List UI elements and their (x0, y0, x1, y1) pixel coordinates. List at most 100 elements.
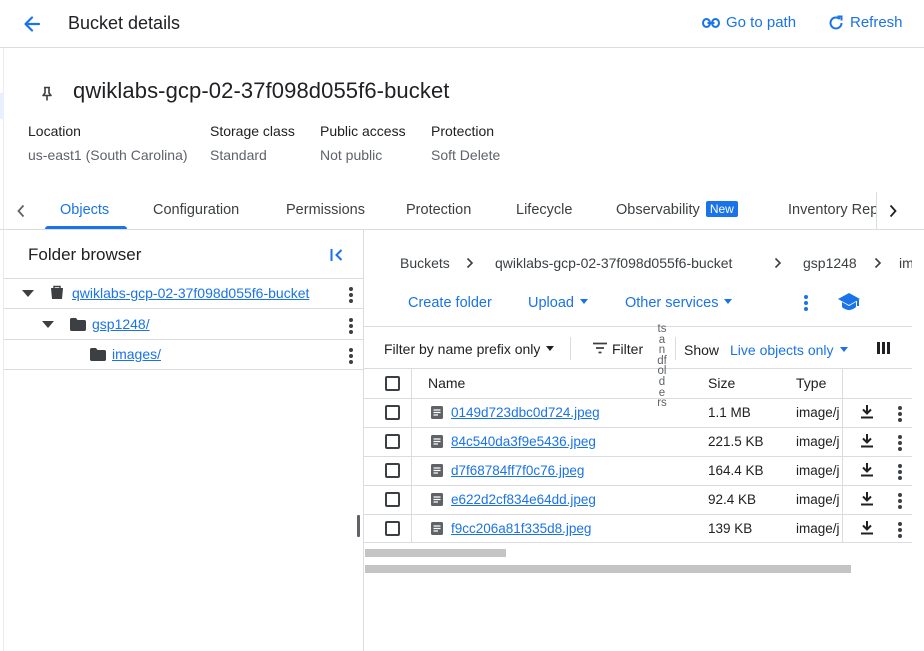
object-type: image/j (796, 463, 840, 478)
more-vert-icon[interactable] (349, 348, 353, 366)
select-all-checkbox[interactable] (385, 376, 400, 391)
horizontal-scrollbar-inner[interactable] (365, 549, 506, 557)
page-title: Bucket details (68, 13, 181, 33)
tree-folder-label[interactable]: gsp1248/ (92, 316, 150, 332)
panel-resize-handle[interactable] (357, 515, 360, 537)
column-header-name[interactable]: Name (428, 375, 465, 391)
tree-bucket-label[interactable]: qwiklabs-gcp-02-37f098d055f6-bucket (72, 285, 309, 301)
learn-graduation-cap-icon[interactable] (837, 292, 861, 312)
filter-by-label: Filter by name prefix only (384, 341, 541, 357)
tree-item-bucket[interactable]: qwiklabs-gcp-02-37f098d055f6-bucket (4, 279, 363, 309)
other-services-button[interactable]: Other services (625, 295, 733, 311)
filter-button[interactable]: Filter (612, 341, 643, 357)
tab-scroll-divider (876, 192, 877, 229)
new-badge: New (705, 201, 738, 217)
public-access-label: Public access (320, 123, 406, 139)
breadcrumb-folder[interactable]: gsp1248 (803, 255, 857, 271)
table-header-row: Name Size Type (364, 369, 912, 398)
bucket-name: qwiklabs-gcp-02-37f098d055f6-bucket (73, 78, 450, 103)
object-name-link[interactable]: d7f68784ff7f0c76.jpeg (451, 463, 584, 478)
row-checkbox[interactable] (385, 492, 400, 507)
tab-inventory-clip: Inventory Rep (788, 192, 876, 229)
breadcrumb-images[interactable]: im (899, 255, 912, 271)
more-vert-icon[interactable] (898, 493, 902, 511)
refresh-icon (828, 15, 844, 31)
protection-label: Protection (431, 123, 495, 139)
folder-browser-title: Folder browser (28, 245, 142, 264)
table-row: 84c540da3f9e5436.jpeg 221.5 KB image/j (364, 427, 912, 456)
breadcrumb-bucket[interactable]: qwiklabs-gcp-02-37f098d055f6-bucket (495, 255, 732, 271)
download-icon[interactable] (860, 491, 874, 506)
more-vert-icon[interactable] (898, 435, 902, 453)
download-icon[interactable] (860, 462, 874, 477)
filter-by-dropdown[interactable]: Filter by name prefix only (384, 341, 555, 357)
chevron-right-icon (774, 257, 782, 269)
storage-class-label: Storage class (210, 123, 295, 139)
storage-class-value: Standard (210, 147, 267, 163)
location-label: Location (28, 123, 81, 139)
breadcrumb-buckets[interactable]: Buckets (400, 255, 450, 271)
horizontal-scrollbar[interactable] (365, 565, 851, 573)
chevron-right-icon (874, 257, 882, 269)
object-size: 164.4 KB (708, 463, 764, 478)
link-icon (702, 17, 720, 29)
more-vert-icon[interactable] (349, 318, 353, 336)
object-size: 92.4 KB (708, 492, 757, 507)
row-checkbox[interactable] (385, 521, 400, 536)
row-checkbox[interactable] (385, 405, 400, 420)
back-arrow-icon[interactable] (22, 14, 42, 34)
refresh-button[interactable]: Refresh (828, 14, 903, 31)
vertical-column-text: tsandfolders (657, 323, 667, 410)
tree-folder-label[interactable]: images/ (112, 346, 161, 362)
column-header-type[interactable]: Type (796, 375, 826, 391)
chevron-left-icon[interactable] (15, 203, 27, 219)
download-icon[interactable] (860, 433, 874, 448)
object-type: image/j (796, 434, 840, 449)
download-icon[interactable] (860, 520, 874, 535)
other-services-label: Other services (625, 295, 719, 311)
tab-lifecycle[interactable]: Lifecycle (516, 202, 572, 218)
objects-table: Name Size Type 0149d723dbc0d724.jpeg 1.1… (364, 369, 912, 543)
object-name-link[interactable]: 84c540da3f9e5436.jpeg (451, 434, 596, 449)
show-select[interactable]: Live objects only (730, 342, 848, 358)
object-name-link[interactable]: 0149d723dbc0d724.jpeg (451, 405, 600, 420)
file-icon (431, 464, 443, 477)
more-actions-icon[interactable] (804, 295, 808, 313)
object-name-link[interactable]: f9cc206a81f335d8.jpeg (451, 521, 591, 536)
pin-icon[interactable] (40, 86, 54, 102)
tab-protection[interactable]: Protection (406, 202, 471, 218)
toolbar-divider (675, 337, 676, 360)
dropdown-caret-icon (579, 299, 588, 304)
create-folder-button[interactable]: Create folder (408, 295, 492, 311)
location-value: us-east1 (South Carolina) (28, 147, 188, 163)
chevron-right-icon[interactable] (887, 203, 899, 219)
object-name-link[interactable]: e622d2cf834e64dd.jpeg (451, 492, 596, 507)
tree-item-folder[interactable]: gsp1248/ (4, 310, 363, 340)
more-vert-icon[interactable] (898, 464, 902, 482)
tab-observability[interactable]: Observability New (616, 201, 738, 218)
tab-objects[interactable]: Objects (60, 202, 109, 218)
expand-triangle-icon[interactable] (22, 290, 34, 298)
tab-permissions[interactable]: Permissions (286, 202, 365, 218)
row-checkbox[interactable] (385, 434, 400, 449)
row-checkbox[interactable] (385, 463, 400, 478)
file-icon (431, 493, 443, 506)
file-icon (431, 435, 443, 448)
tab-inventory-reports[interactable]: Inventory Rep (788, 202, 876, 218)
dropdown-caret-icon (724, 299, 733, 304)
upload-button[interactable]: Upload (528, 295, 588, 311)
show-select-clip: Live objects only (730, 327, 854, 368)
download-icon[interactable] (860, 404, 874, 419)
collapse-panel-icon[interactable] (329, 247, 345, 263)
expand-triangle-icon[interactable] (42, 321, 54, 329)
tab-configuration[interactable]: Configuration (153, 202, 239, 218)
column-header-size[interactable]: Size (708, 375, 735, 391)
tree-item-folder[interactable]: images/ (4, 340, 363, 370)
go-to-path-button[interactable]: Go to path (702, 14, 796, 31)
more-vert-icon[interactable] (898, 522, 902, 540)
object-size: 221.5 KB (708, 434, 764, 449)
column-display-icon[interactable] (877, 342, 891, 354)
more-vert-icon[interactable] (349, 287, 353, 305)
more-vert-icon[interactable] (898, 406, 902, 424)
filter-list-icon[interactable] (592, 342, 608, 354)
